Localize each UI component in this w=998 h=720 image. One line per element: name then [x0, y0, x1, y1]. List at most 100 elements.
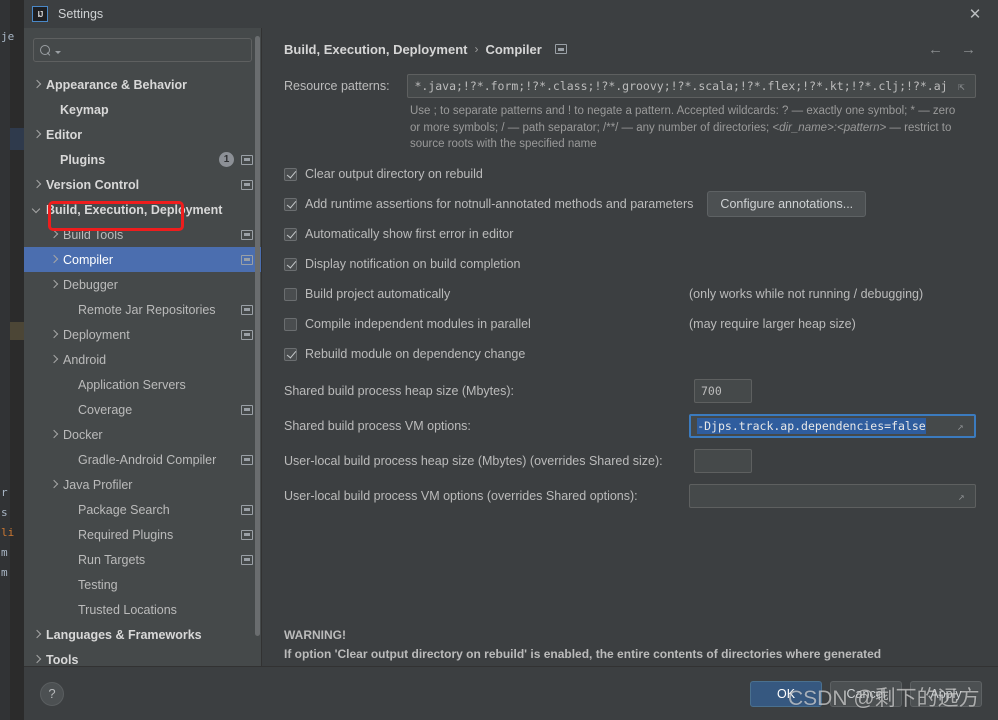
checkbox-label: Automatically show first error in editor	[305, 227, 514, 242]
sidebar-item-keymap[interactable]: Keymap	[24, 97, 261, 122]
ok-button[interactable]: OK	[750, 680, 822, 707]
project-scope-icon	[241, 179, 253, 190]
sidebar-item-build-tools[interactable]: Build Tools	[24, 222, 261, 247]
sidebar-item-trusted-locations[interactable]: Trusted Locations	[24, 597, 261, 622]
resource-patterns-value: *.java;!?*.form;!?*.class;!?*.groovy;!?*…	[414, 79, 948, 93]
field-input[interactable]: -Djps.track.ap.dependencies=false ↗	[689, 414, 976, 439]
expand-icon[interactable]: ↗	[957, 421, 968, 432]
chevron-right-icon[interactable]	[32, 129, 43, 140]
checkbox-row[interactable]: Compile independent modules in parallel (…	[284, 313, 976, 335]
chevron-right-icon[interactable]	[49, 254, 60, 265]
chevron-right-icon[interactable]	[32, 654, 43, 665]
bg-code-fragment: m	[1, 546, 8, 559]
breadcrumb-leaf: Compiler	[485, 41, 542, 57]
settings-dialog: IJ Settings ✕ Appearance & Behavior Keyma…	[24, 0, 998, 720]
checkbox-automatically-show-first-error-in-editor[interactable]	[284, 227, 297, 241]
checkbox-compile-independent-modules-in-parallel[interactable]	[284, 317, 297, 331]
sidebar-item-gradle-android-compiler[interactable]: Gradle-Android Compiler	[24, 447, 261, 472]
settings-sidebar: Appearance & Behavior Keymap Editor Plugins…	[24, 28, 261, 666]
sidebar-item-appearance-behavior[interactable]: Appearance & Behavior	[24, 72, 261, 97]
chevron-right-icon[interactable]	[49, 354, 60, 365]
sidebar-item-label: Build Tools	[63, 227, 124, 242]
dialog-title-bar: IJ Settings ✕	[24, 0, 998, 28]
field-input[interactable]: 700	[694, 379, 752, 404]
cancel-button[interactable]: Cancel	[830, 680, 902, 707]
sidebar-item-plugins[interactable]: Plugins 1	[24, 147, 261, 172]
sidebar-item-indicators	[241, 504, 253, 515]
checkbox-build-project-automatically[interactable]	[284, 287, 297, 301]
sidebar-item-run-targets[interactable]: Run Targets	[24, 547, 261, 572]
sidebar-item-coverage[interactable]: Coverage	[24, 397, 261, 422]
sidebar-scrollbar[interactable]	[255, 36, 260, 636]
checkbox-row[interactable]: Add runtime assertions for notnull-annot…	[284, 191, 976, 218]
checkbox-display-notification-on-build-completion[interactable]	[284, 257, 297, 271]
field-input[interactable]	[694, 449, 752, 474]
compiler-options-list: Clear output directory on rebuild Add run…	[284, 163, 976, 365]
sidebar-item-required-plugins[interactable]: Required Plugins	[24, 522, 261, 547]
settings-tree[interactable]: Appearance & Behavior Keymap Editor Plugins…	[24, 70, 261, 666]
checkbox-row[interactable]: Automatically show first error in editor	[284, 223, 976, 245]
field-label: Shared build process heap size (Mbytes):	[284, 384, 514, 399]
chevron-down-icon[interactable]	[32, 204, 43, 215]
sidebar-item-tools[interactable]: Tools	[24, 647, 261, 667]
chevron-right-icon[interactable]	[32, 179, 43, 190]
chevron-right-icon[interactable]	[49, 429, 60, 440]
sidebar-item-indicators	[241, 304, 253, 315]
sidebar-item-indicators	[241, 254, 253, 265]
sidebar-item-package-search[interactable]: Package Search	[24, 497, 261, 522]
checkbox-row[interactable]: Display notification on build completion	[284, 253, 976, 275]
forward-icon[interactable]: →	[961, 41, 976, 58]
field-row: User-local build process heap size (Mbyt…	[284, 449, 976, 474]
sidebar-item-debugger[interactable]: Debugger	[24, 272, 261, 297]
sidebar-item-android[interactable]: Android	[24, 347, 261, 372]
chevron-right-icon[interactable]	[49, 279, 60, 290]
apply-button[interactable]: Apply	[910, 680, 982, 707]
sidebar-item-deployment[interactable]: Deployment	[24, 322, 261, 347]
sidebar-item-editor[interactable]: Editor	[24, 122, 261, 147]
project-scope-icon	[241, 329, 253, 340]
sidebar-item-version-control[interactable]: Version Control	[24, 172, 261, 197]
field-input[interactable]: ↗	[689, 484, 976, 509]
configure-annotations-button[interactable]: Configure annotations...	[707, 191, 867, 218]
sidebar-item-build-execution-deployment[interactable]: Build, Execution, Deployment	[24, 197, 261, 222]
window-title: Settings	[58, 7, 104, 21]
expand-icon[interactable]: ⇱	[958, 81, 969, 92]
sidebar-item-label: Application Servers	[78, 377, 186, 392]
sidebar-item-docker[interactable]: Docker	[24, 422, 261, 447]
help-icon[interactable]: ?	[40, 681, 64, 706]
resource-patterns-input[interactable]: *.java;!?*.form;!?*.class;!?*.groovy;!?*…	[407, 74, 976, 98]
sidebar-item-languages-frameworks[interactable]: Languages & Frameworks	[24, 622, 261, 647]
chevron-right-icon[interactable]	[32, 629, 43, 640]
project-scope-icon	[241, 404, 253, 415]
sidebar-item-compiler[interactable]: Compiler	[24, 247, 261, 272]
sidebar-item-remote-jar-repositories[interactable]: Remote Jar Repositories	[24, 297, 261, 322]
checkbox-row[interactable]: Rebuild module on dependency change	[284, 343, 976, 365]
bg-code-fragment: m	[1, 566, 8, 579]
sidebar-item-indicators	[241, 329, 253, 340]
sidebar-item-label: Required Plugins	[78, 527, 174, 542]
chevron-right-icon[interactable]	[49, 229, 60, 240]
back-icon[interactable]: ←	[928, 41, 943, 58]
close-icon[interactable]: ✕	[952, 0, 998, 28]
field-row: Shared build process heap size (Mbytes):…	[284, 379, 976, 404]
checkbox-row[interactable]: Build project automatically (only works w…	[284, 283, 976, 305]
project-scope-icon	[241, 154, 253, 165]
sidebar-item-indicators	[241, 454, 253, 465]
sidebar-item-testing[interactable]: Testing	[24, 572, 261, 597]
checkbox-row[interactable]: Clear output directory on rebuild	[284, 163, 976, 185]
chevron-right-icon[interactable]	[32, 79, 43, 90]
expand-icon[interactable]: ↗	[958, 491, 969, 502]
checkbox-clear-output-directory-on-rebuild[interactable]	[284, 167, 297, 181]
sidebar-item-application-servers[interactable]: Application Servers	[24, 372, 261, 397]
chevron-right-icon[interactable]	[49, 479, 60, 490]
sidebar-item-java-profiler[interactable]: Java Profiler	[24, 472, 261, 497]
sidebar-item-label: Coverage	[78, 402, 133, 417]
breadcrumb-root[interactable]: Build, Execution, Deployment	[284, 42, 467, 57]
checkbox-rebuild-module-on-dependency-change[interactable]	[284, 347, 297, 361]
chevron-right-icon[interactable]	[49, 329, 60, 340]
checkbox-add-runtime-assertions-for-notnull-annotated-methods-and-parameters[interactable]	[284, 197, 297, 211]
search-box[interactable]	[33, 38, 252, 62]
search-input[interactable]	[61, 43, 245, 57]
